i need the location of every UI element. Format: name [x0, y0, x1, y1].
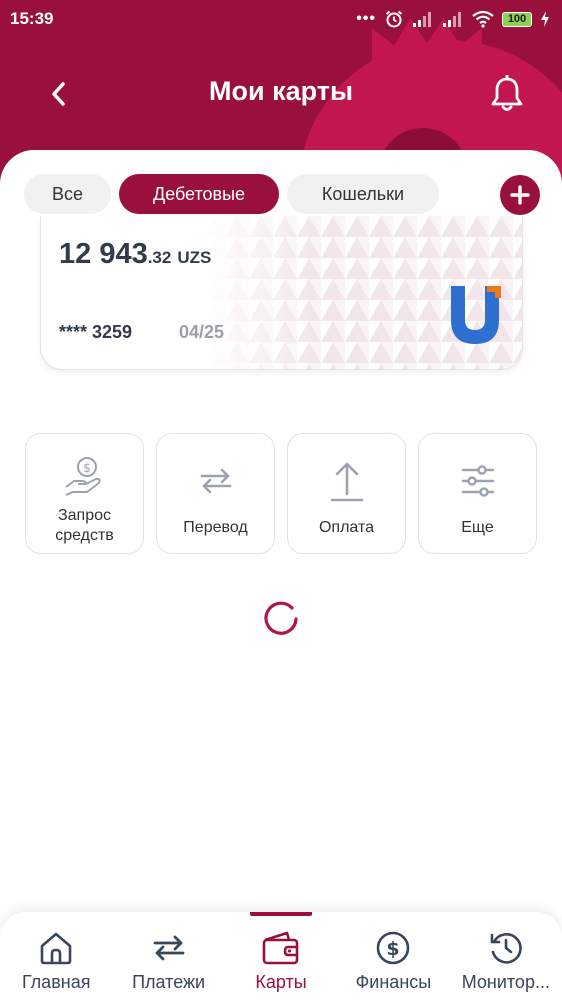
signal-icon: [443, 12, 461, 27]
nav-item-finance[interactable]: $ Финансы: [337, 912, 449, 1000]
nav-label-monitoring: Монитор...: [461, 972, 550, 992]
status-time: 15:39: [10, 9, 54, 28]
transfer-label: Перевод: [183, 519, 248, 536]
quick-actions: $ Запрос средств Перевод Оплата Еще: [25, 433, 537, 554]
transfer-button[interactable]: Перевод: [156, 433, 275, 554]
dollar-circle-icon: $: [377, 931, 410, 965]
balance-currency: UZS: [177, 248, 212, 267]
add-card-button[interactable]: [500, 175, 540, 215]
status-icons: ••• 100: [356, 9, 550, 29]
payment-button[interactable]: Оплата: [287, 433, 406, 554]
notification-dots: •••: [356, 10, 376, 27]
request-funds-label: Запрос средств: [55, 507, 114, 544]
wifi-icon: [472, 10, 494, 28]
battery-icon: 100: [502, 11, 532, 27]
tab-wallets[interactable]: Кошельки: [287, 174, 439, 214]
card-filter-tabs: Все Дебетовые Кошельки: [24, 174, 439, 214]
transfer-arrows-icon: [200, 468, 231, 494]
upload-arrow-icon: [330, 462, 363, 502]
balance-main: 12 943: [59, 238, 148, 270]
nav-label-finance: Финансы: [355, 972, 432, 992]
charging-icon: [541, 11, 549, 27]
payment-label: Оплата: [318, 519, 375, 536]
card-balance: 12 943.32 UZS: [59, 238, 211, 271]
nav-item-monitoring[interactable]: Монитор...: [450, 912, 562, 1000]
home-icon: [40, 932, 72, 965]
spinner-icon: [264, 601, 298, 635]
card-number: **** 3259: [59, 322, 133, 342]
svg-text:$: $: [387, 938, 400, 960]
tab-all[interactable]: Все: [24, 174, 111, 214]
page-title: Мои карты: [208, 76, 354, 106]
nav-label-payments: Платежи: [132, 972, 206, 992]
more-label: Еще: [461, 519, 494, 536]
sliders-icon: [461, 465, 494, 497]
bottom-navigation: Главная Платежи Карты $ Финансы Монитор.…: [0, 912, 562, 1000]
history-icon: [490, 933, 522, 964]
active-tab-indicator: [250, 912, 312, 916]
nav-label-cards: Карты: [255, 972, 307, 992]
uzcard-logo: [451, 286, 501, 344]
signal-icon: [413, 12, 431, 27]
wallet-icon: [262, 931, 299, 965]
card-expiry: 04/25: [179, 322, 225, 342]
bell-icon: [491, 75, 523, 111]
bank-card[interactable]: 12 943.32 UZS **** 3259 04/25: [40, 216, 523, 370]
alarm-icon: [385, 10, 403, 28]
nav-item-payments[interactable]: Платежи: [112, 912, 224, 1000]
nav-label-home: Главная: [21, 972, 91, 992]
transfer-arrows-icon: [153, 935, 185, 961]
request-funds-button[interactable]: $ Запрос средств: [25, 433, 144, 554]
plus-icon: [510, 185, 530, 205]
tab-debit[interactable]: Дебетовые: [119, 174, 279, 214]
balance-cents: .32: [147, 248, 172, 267]
hand-coin-icon: $: [64, 457, 101, 496]
status-bar: 15:39 ••• 100: [0, 0, 562, 38]
more-button[interactable]: Еще: [418, 433, 537, 554]
nav-item-home[interactable]: Главная: [0, 912, 112, 1000]
nav-item-cards[interactable]: Карты: [225, 912, 337, 1000]
notifications-button[interactable]: [486, 72, 528, 116]
svg-text:$: $: [83, 461, 91, 475]
